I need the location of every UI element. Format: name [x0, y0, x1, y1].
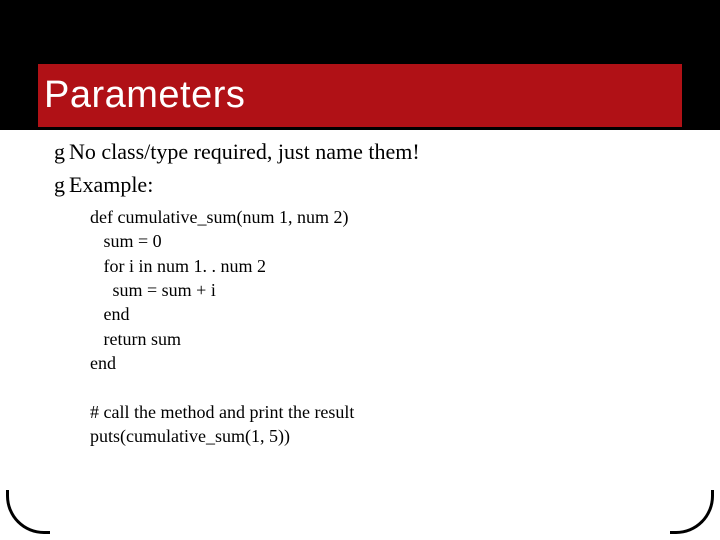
bullet-row: g No class/type required, just name them…: [54, 138, 664, 167]
bullet-icon: g: [54, 174, 65, 196]
slide-title: Parameters: [44, 74, 245, 117]
slide: Parameters g No class/type required, jus…: [0, 0, 720, 540]
code-block: def cumulative_sum(num 1, num 2) sum = 0…: [90, 205, 664, 448]
title-block: Parameters: [38, 64, 682, 127]
bullet-row: g Example:: [54, 171, 664, 200]
bullet-text: No class/type required, just name them!: [69, 138, 420, 167]
bullet-text: Example:: [69, 171, 153, 200]
corner-decoration-bottom-right: [670, 490, 714, 534]
slide-body: g No class/type required, just name them…: [54, 138, 664, 448]
bullet-icon: g: [54, 141, 65, 163]
corner-decoration-bottom-left: [6, 490, 50, 534]
